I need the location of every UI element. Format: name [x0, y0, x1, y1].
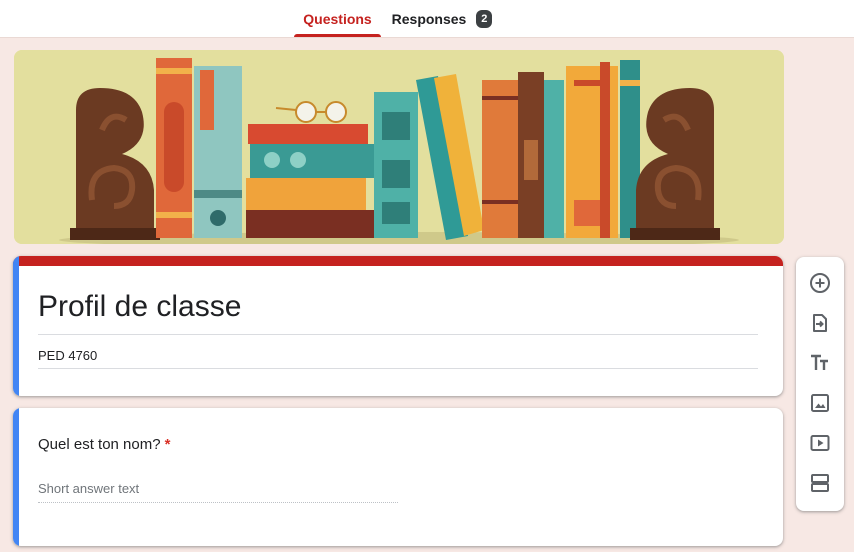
side-toolbar: [796, 257, 844, 511]
form-title[interactable]: Profil de classe: [38, 290, 758, 335]
form-title-card: Profil de classe PED 4760: [13, 256, 783, 396]
tab-questions-label: Questions: [303, 11, 372, 27]
responses-count-badge: 2: [476, 10, 493, 28]
active-tab-indicator: [294, 34, 381, 37]
add-section-icon: [811, 474, 829, 492]
add-question-icon: [810, 273, 830, 293]
tab-questions[interactable]: Questions: [294, 0, 381, 38]
short-answer-placeholder: Short answer text: [38, 481, 398, 503]
question-title[interactable]: Quel est ton nom? *: [38, 436, 170, 453]
tab-responses[interactable]: Responses 2: [386, 0, 498, 38]
form-description[interactable]: PED 4760: [38, 348, 758, 369]
required-asterisk: *: [164, 436, 171, 453]
form-header-image: [14, 50, 784, 244]
top-tab-bar: Questions Responses 2: [0, 0, 854, 38]
add-title-button[interactable]: [808, 351, 832, 375]
focus-indicator: [13, 256, 19, 396]
add-section-button[interactable]: [808, 471, 832, 495]
add-image-icon: [811, 394, 829, 412]
theme-color-bar: [13, 256, 783, 266]
add-video-icon: [810, 435, 830, 451]
import-questions-button[interactable]: [808, 311, 832, 335]
add-question-button[interactable]: [808, 271, 832, 295]
question-title-text: Quel est ton nom?: [38, 436, 161, 453]
import-questions-icon: [813, 314, 827, 332]
add-image-button[interactable]: [808, 391, 832, 415]
tab-responses-label: Responses: [391, 11, 467, 27]
question-card[interactable]: Quel est ton nom? * Short answer text: [13, 408, 783, 546]
add-title-icon: [811, 354, 828, 370]
bookshelf-illustration: [14, 50, 784, 244]
add-video-button[interactable]: [808, 431, 832, 455]
focus-indicator: [13, 408, 19, 546]
